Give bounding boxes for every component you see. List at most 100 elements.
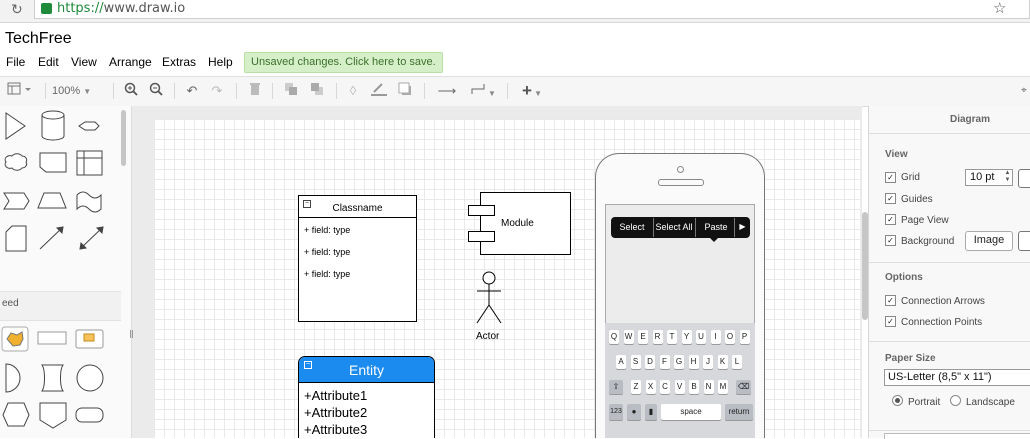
menu-edit[interactable]: Edit [38,55,59,69]
keyboard-row-2: A S D F G H J K L [616,355,751,369]
key[interactable]: F [659,355,670,369]
key[interactable]: O [725,330,735,344]
fill-color-icon[interactable]: ◊ [344,82,362,100]
delete-icon[interactable] [246,82,264,100]
key[interactable]: D [645,355,655,369]
bookmark-star-icon[interactable]: ☆ [993,0,1006,17]
guides-checkbox[interactable]: ✓ [885,193,896,204]
background-checkbox[interactable]: ✓ [885,235,896,246]
grid-color-button[interactable] [1018,169,1030,188]
context-menu-more-icon[interactable]: ▶ [736,222,749,231]
address-bar[interactable]: https://www.draw.io ☆ [34,0,1030,19]
document-title[interactable]: TechFree [5,30,72,48]
key[interactable]: N [703,380,714,394]
zoom-select[interactable]: 100% ▼ [52,82,108,100]
key[interactable]: L [732,355,742,369]
class-field: + field: type [304,247,351,257]
context-menu-select-all[interactable]: Select All [654,222,694,232]
sidebar-section-label[interactable]: eed [2,298,19,309]
shape-palette[interactable] [0,106,121,438]
splitter-handle[interactable] [130,330,133,338]
key[interactable]: W [623,330,634,344]
reload-icon[interactable]: ↻ [11,1,23,18]
key[interactable]: J [703,355,713,369]
numbers-key[interactable]: 123 [609,404,623,420]
context-menu-select[interactable]: Select [612,222,652,232]
fullscreen-icon[interactable]: ⌖ [1018,82,1030,100]
class-field: + field: type [304,269,351,279]
background-color-button[interactable] [1018,231,1030,251]
format-panel-tab-diagram[interactable]: Diagram [950,114,990,125]
key[interactable]: U [696,330,706,344]
context-menu-paste[interactable]: Paste [697,222,735,232]
connection-points-label: Connection Points [901,317,983,328]
shadow-icon[interactable] [396,82,414,100]
grid-checkbox[interactable]: ✓ [885,172,896,183]
menu-help[interactable]: Help [208,55,233,69]
key[interactable]: Z [631,380,641,394]
key[interactable]: A [616,355,626,369]
key[interactable]: M [718,380,728,394]
waypoint-style-icon[interactable]: ▼ [468,82,498,100]
return-key[interactable]: return [725,404,753,420]
key[interactable]: Q [609,330,619,344]
connection-style-icon[interactable]: ⟶ ▼ [432,82,462,115]
redo-icon[interactable]: ↷ [208,82,226,100]
module-shape[interactable]: Module [480,192,571,255]
menu-arrange[interactable]: Arrange [109,55,152,69]
key[interactable]: B [689,380,699,394]
context-menu-divider [734,218,735,237]
key[interactable]: X [645,380,656,394]
unsaved-changes-banner[interactable]: Unsaved changes. Click here to save. [244,52,443,73]
menu-file[interactable]: File [6,55,25,69]
page-view-checkbox[interactable]: ✓ [885,214,896,225]
landscape-radio[interactable] [950,395,961,406]
portrait-radio[interactable] [892,395,903,406]
microphone-key-icon[interactable]: ▮ [645,404,657,420]
class-shape[interactable]: − Classname + field: type + field: type … [298,195,417,322]
key[interactable]: R [652,330,663,344]
insert-plus-icon[interactable]: + ▼ [516,82,548,100]
sidebar-scrollbar[interactable] [121,110,126,166]
actor-shape[interactable] [474,271,504,327]
menu-extras[interactable]: Extras [162,55,196,69]
toolbar-divider [424,83,425,99]
zoom-out-icon[interactable] [147,82,165,100]
to-front-icon[interactable] [282,82,300,100]
paper-size-select[interactable]: US-Letter (8,5" x 11") [884,369,1030,386]
key[interactable]: G [674,355,684,369]
key[interactable]: E [638,330,648,344]
grid-stepper-icon[interactable]: ▲ ▼ [1003,170,1012,185]
background-image-button[interactable]: Image [965,231,1013,251]
module-port [468,205,495,216]
radio-selected-dot [895,398,900,403]
key[interactable]: H [688,355,699,369]
entity-shape[interactable]: − Entity +Attribute1 +Attribute2 +Attrib… [298,356,435,438]
connection-points-checkbox[interactable]: ✓ [885,316,896,327]
backspace-key-icon[interactable]: ⌫ [736,380,751,394]
line-color-icon[interactable] [369,82,389,100]
key[interactable]: I [710,330,721,344]
zoom-in-icon[interactable] [122,82,140,100]
key[interactable]: V [674,380,685,394]
landscape-label: Landscape [966,397,1015,408]
key[interactable]: K [717,355,728,369]
key[interactable]: Y [681,330,692,344]
undo-icon[interactable]: ↶ [183,82,201,100]
grid-label: Grid [901,172,920,183]
space-key[interactable]: space [661,404,721,420]
context-menu-pointer [709,237,719,242]
connection-arrows-checkbox[interactable]: ✓ [885,295,896,306]
panel-divider [869,133,1030,134]
shift-key-icon[interactable]: ⇧ [609,380,623,394]
menu-view[interactable]: View [71,55,97,69]
key[interactable]: C [660,380,670,394]
class-name: Classname [332,203,383,214]
key[interactable]: T [667,330,677,344]
panel-toggle-icon[interactable] [6,82,34,100]
to-back-icon[interactable] [308,82,326,100]
globe-key-icon[interactable]: ● [627,404,641,420]
key[interactable]: S [630,355,641,369]
key[interactable]: P [739,330,750,344]
panel-next-control[interactable] [884,433,1030,439]
